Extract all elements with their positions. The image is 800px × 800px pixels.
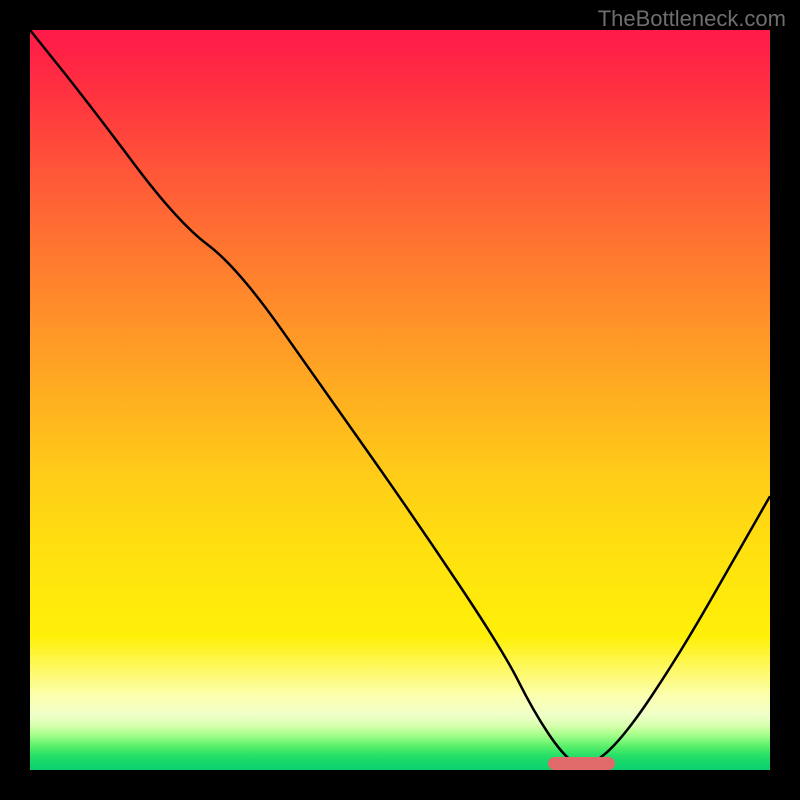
curve-svg xyxy=(30,30,770,770)
optimal-marker xyxy=(548,757,615,770)
watermark-text: TheBottleneck.com xyxy=(598,6,786,32)
plot-area xyxy=(30,30,770,770)
chart-container: TheBottleneck.com xyxy=(0,0,800,800)
bottleneck-curve xyxy=(30,30,770,765)
